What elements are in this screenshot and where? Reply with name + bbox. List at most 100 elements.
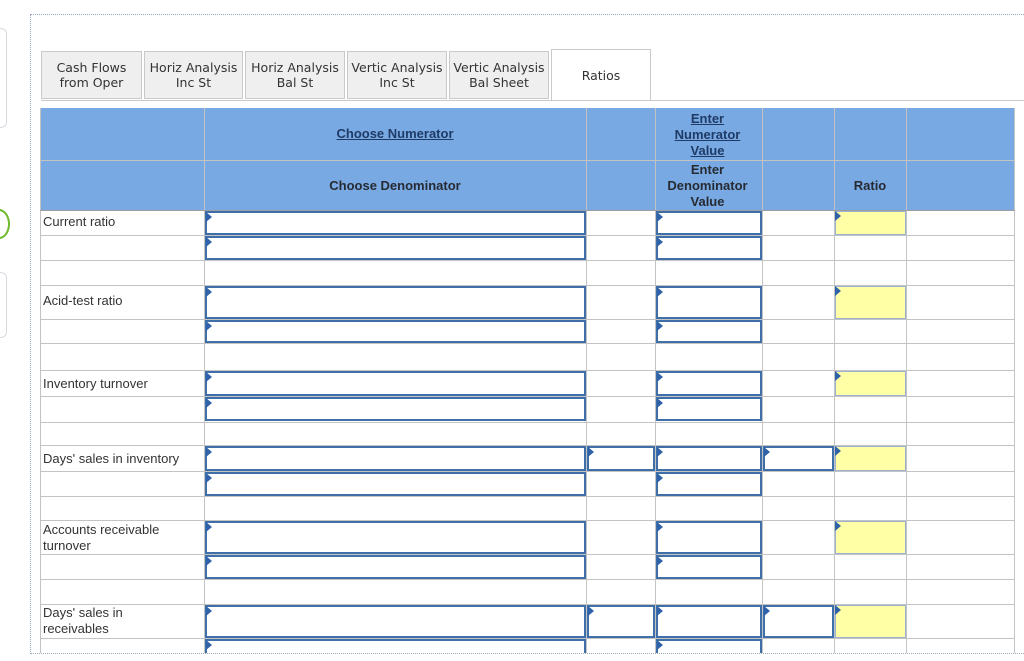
dropdown-marker-icon: [835, 521, 841, 531]
dropdown-marker-icon: [206, 287, 212, 297]
dropdown-marker-icon: [657, 640, 663, 650]
dropdown-marker-icon: [764, 447, 770, 457]
row-label-days-sales-receivables: Days' sales in receivables: [43, 605, 123, 636]
dropdown-marker-icon: [657, 522, 663, 532]
numerator-select[interactable]: [205, 605, 586, 638]
denominator-select[interactable]: [205, 472, 586, 496]
enter-denominator-header: Enter Denominator Value: [667, 162, 748, 209]
dropdown-marker-icon: [206, 522, 212, 532]
numerator-value-input[interactable]: [656, 286, 762, 319]
choose-numerator-header[interactable]: Choose Numerator: [205, 126, 585, 141]
tab-horiz-bal-st[interactable]: Horiz Analysis Bal St: [245, 51, 345, 99]
numerator-value-input[interactable]: [656, 371, 762, 396]
dropdown-marker-icon: [657, 606, 663, 616]
grid-line: [40, 422, 1015, 423]
grid-line: [40, 579, 1015, 580]
denominator-value-input[interactable]: [656, 320, 762, 343]
grid-line: [40, 108, 41, 653]
dropdown-marker-icon: [835, 605, 841, 615]
dropdown-marker-icon: [764, 606, 770, 616]
numerator-select[interactable]: [205, 446, 586, 471]
dropdown-marker-icon: [835, 211, 841, 221]
numerator-select[interactable]: [205, 521, 586, 554]
dropdown-marker-icon: [206, 237, 212, 247]
row-label-current-ratio: Current ratio: [43, 214, 116, 229]
denominator-value-input[interactable]: [656, 397, 762, 421]
dropdown-marker-icon: [206, 398, 212, 408]
dropdown-marker-icon: [657, 372, 663, 382]
dropdown-marker-icon: [206, 473, 212, 483]
dropdown-marker-icon: [835, 286, 841, 296]
dropdown-marker-icon: [206, 321, 212, 331]
ratio-result-cell[interactable]: [835, 371, 906, 396]
row-label-ar-turnover: Accounts receivable turnover: [43, 522, 160, 553]
multiplier-input[interactable]: [763, 446, 834, 471]
row-label-days-sales-inventory: Days' sales in inventory: [43, 451, 180, 466]
ratio-result-cell[interactable]: [835, 605, 906, 638]
ratio-header: Ratio: [853, 178, 887, 193]
multiplier-input[interactable]: [763, 605, 834, 638]
numerator-value-input[interactable]: [656, 521, 762, 554]
denominator-value-input[interactable]: [656, 236, 762, 260]
denominator-select[interactable]: [205, 555, 586, 579]
denominator-value-input[interactable]: [656, 555, 762, 579]
tab-vertic-bal-sheet[interactable]: Vertic Analysis Bal Sheet: [449, 51, 549, 99]
tab-ratios[interactable]: Ratios: [551, 49, 651, 100]
days-input[interactable]: [587, 605, 655, 638]
tab-horiz-inc-st[interactable]: Horiz Analysis Inc St: [144, 51, 243, 99]
grid-line: [762, 108, 763, 653]
dropdown-marker-icon: [657, 321, 663, 331]
dropdown-marker-icon: [206, 212, 212, 222]
grid-line: [906, 108, 907, 653]
denominator-value-input[interactable]: [656, 472, 762, 496]
dropdown-marker-icon: [835, 371, 841, 381]
denominator-select[interactable]: [205, 320, 586, 343]
side-status-circle-icon[interactable]: [0, 209, 10, 239]
dropdown-marker-icon: [657, 556, 663, 566]
side-panel-card: [0, 272, 7, 338]
dropdown-marker-icon: [657, 473, 663, 483]
dropdown-marker-icon: [206, 606, 212, 616]
numerator-select[interactable]: [205, 371, 586, 396]
numerator-value-input[interactable]: [656, 211, 762, 235]
table-header: [40, 108, 1015, 210]
tab-vertic-inc-st[interactable]: Vertic Analysis Inc St: [347, 51, 447, 99]
row-label-inventory-turnover: Inventory turnover: [43, 376, 148, 391]
dropdown-marker-icon: [657, 212, 663, 222]
worksheet-tabs: Cash Flows from Oper Horiz Analysis Inc …: [41, 49, 1024, 100]
dropdown-marker-icon: [657, 398, 663, 408]
denominator-select[interactable]: [205, 397, 586, 421]
grid-line: [40, 496, 1015, 497]
grid-line: [586, 108, 587, 653]
enter-numerator-header[interactable]: Enter Numerator Value: [655, 111, 760, 159]
denominator-value-input[interactable]: [656, 639, 762, 653]
grid-line: [40, 343, 1015, 344]
dropdown-marker-icon: [588, 447, 594, 457]
numerator-select[interactable]: [205, 286, 586, 319]
numerator-value-input[interactable]: [656, 605, 762, 638]
dropdown-marker-icon: [206, 640, 212, 650]
dropdown-marker-icon: [835, 446, 841, 456]
choose-denominator-header: Choose Denominator: [329, 178, 461, 193]
denominator-select[interactable]: [205, 639, 586, 653]
grid-line: [40, 160, 1015, 161]
dropdown-marker-icon: [206, 556, 212, 566]
grid-line: [40, 260, 1015, 261]
ratio-result-cell[interactable]: [835, 286, 906, 319]
ratio-result-cell[interactable]: [835, 521, 906, 554]
dropdown-marker-icon: [657, 447, 663, 457]
ratio-result-cell[interactable]: [835, 446, 906, 471]
dropdown-marker-icon: [657, 237, 663, 247]
numerator-select[interactable]: [205, 211, 586, 235]
dropdown-marker-icon: [588, 606, 594, 616]
dropdown-marker-icon: [657, 287, 663, 297]
denominator-select[interactable]: [205, 236, 586, 260]
row-label-acid-test-ratio: Acid-test ratio: [43, 293, 123, 308]
dropdown-marker-icon: [206, 372, 212, 382]
days-input[interactable]: [587, 446, 655, 471]
numerator-value-input[interactable]: [656, 446, 762, 471]
dropdown-marker-icon: [206, 447, 212, 457]
ratio-result-cell[interactable]: [835, 211, 906, 235]
tab-cash-flows[interactable]: Cash Flows from Oper: [41, 51, 142, 99]
side-panel-card: [0, 28, 7, 128]
